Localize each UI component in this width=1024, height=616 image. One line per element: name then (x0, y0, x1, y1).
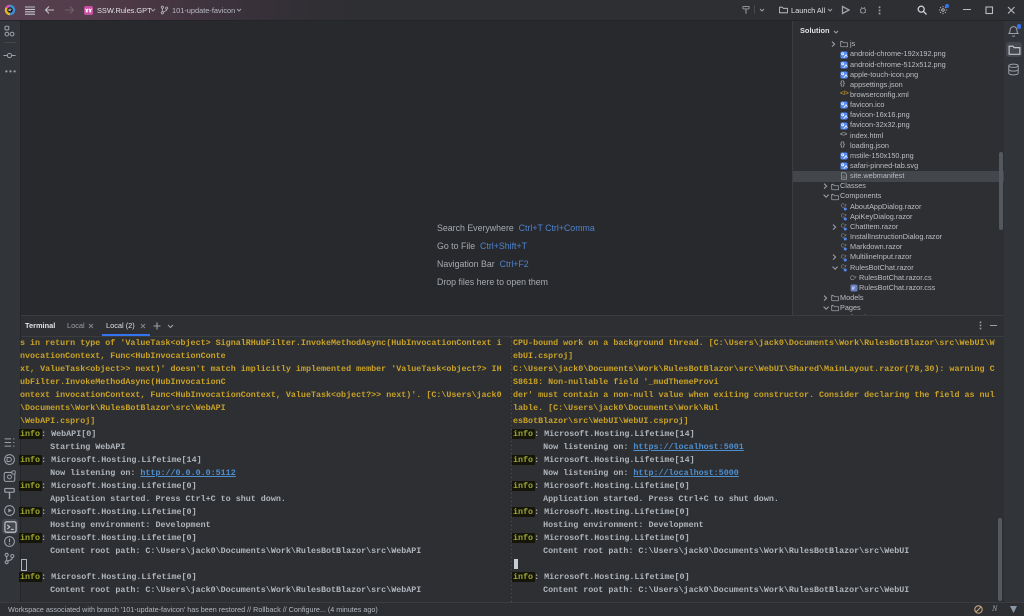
svg-text:#: # (845, 203, 847, 207)
svg-text:#: # (845, 234, 847, 238)
svg-text:#: # (845, 254, 847, 258)
svg-text:#: # (854, 275, 857, 280)
svg-text:#: # (845, 264, 847, 268)
svg-text:#: # (845, 213, 847, 217)
svg-text:#: # (845, 224, 847, 228)
svg-text:#: # (854, 315, 856, 316)
svg-text:#: # (845, 244, 847, 248)
